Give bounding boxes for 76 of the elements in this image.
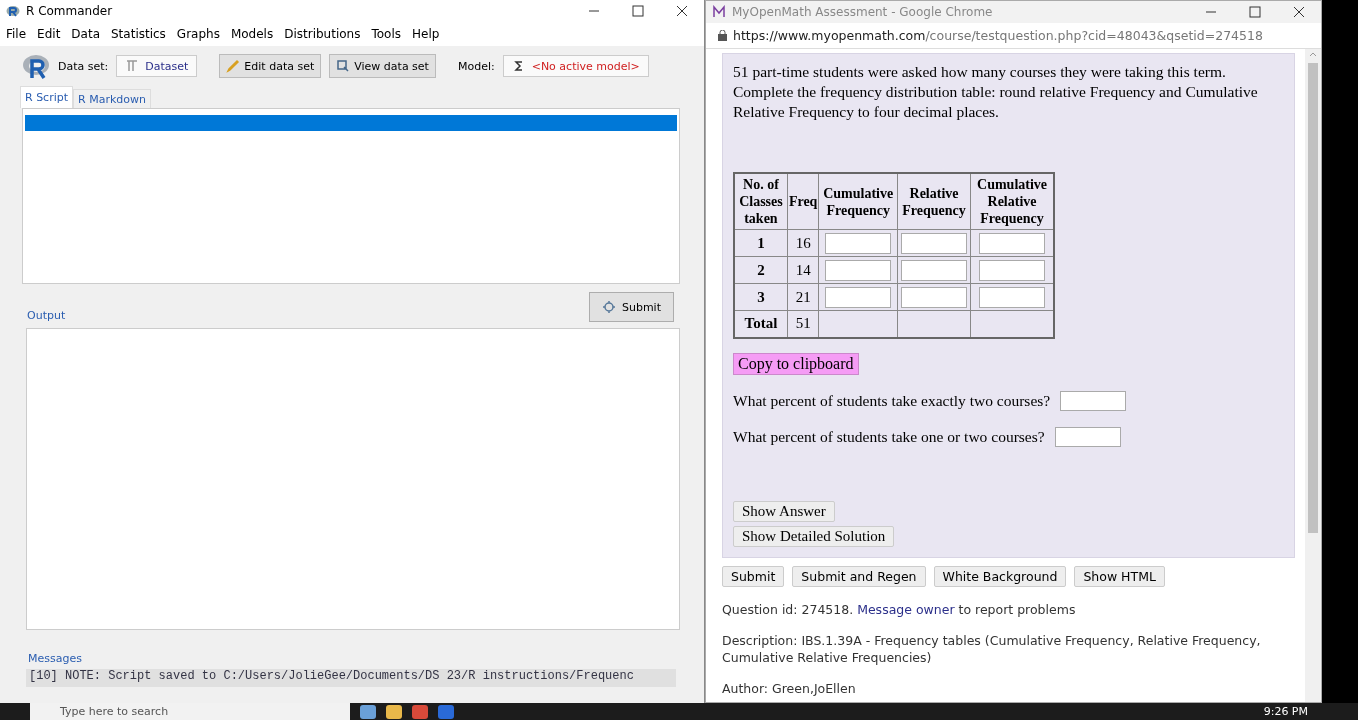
pencil-icon [226,59,241,73]
dataset-label: Data set: [58,59,109,73]
answer-field[interactable] [825,232,892,254]
dataset-button[interactable]: Dataset [116,55,198,77]
app-icon[interactable] [438,704,454,719]
app-icon[interactable] [360,704,376,719]
model-label: Model: [457,59,495,73]
menu-item[interactable]: Tools [367,27,409,41]
close-icon[interactable] [1293,6,1305,18]
answer-field[interactable] [1054,426,1121,447]
action-button[interactable]: Submit [722,565,785,587]
editor-tab[interactable]: R Script [20,86,74,108]
table-cell: 3 [734,283,788,311]
table-cell: 2 [734,256,788,284]
edit-dataset-button[interactable]: Edit data set [219,54,322,78]
answer-field[interactable] [979,286,1046,308]
menu-item[interactable]: Edit [33,27,68,41]
logo-icon [6,5,20,17]
editor-tab[interactable]: R Markdown [73,89,151,108]
site-logo-icon [712,5,726,19]
menu-item[interactable]: Graphs [172,27,227,41]
clock-text: 9:26 PM [1263,705,1308,718]
view-dataset-button[interactable]: View data set [329,54,436,78]
answer-field[interactable] [901,286,967,308]
show-button[interactable]: Show Detailed Solution [733,525,895,547]
answer-field[interactable] [825,286,892,308]
menu-item[interactable]: Statistics [107,27,173,41]
copy-to-clipboard-button[interactable]: Copy to clipboard [733,352,859,375]
table-cell: 1 [734,229,788,257]
table-cell: 21 [787,283,819,311]
output-label: Output [27,309,66,322]
submit-button[interactable]: Submit [588,292,674,322]
logo-icon [22,53,50,79]
action-button[interactable]: Submit and Regen [792,565,926,587]
answer-field[interactable] [979,232,1046,254]
table-cell: 16 [787,229,819,257]
author-text: Author: Green,JoEllen [722,679,857,697]
table-icon [125,59,140,73]
menu-item[interactable]: Models [226,27,281,41]
message-owner-link[interactable]: Message owner [857,601,955,617]
menu-item[interactable]: Data [67,27,107,41]
question-id-text: Question id: 274518. Message owner to report problems [722,600,1077,618]
window-title: R Commander [26,4,113,18]
description-text: Description: IBS.1.39A - Frequency tables (Cumulative Frequency, Relative Frequency, Cumulative Relative Frequencies) [722,631,1262,666]
question-prompt: What percent of students take one or two courses? [733,427,1045,446]
message-text: [10] NOTE: Script saved to C:/Users/JolieGee/Documents/DS 23/R instructions/Frequenc [26,669,676,687]
menu-item[interactable]: Distributions [280,27,368,41]
show-button[interactable]: Show Answer [733,500,835,522]
maximize-icon[interactable] [1249,6,1261,18]
action-button[interactable]: Show HTML [1074,565,1165,587]
menu-item[interactable]: Help [408,27,447,41]
scrollbar[interactable] [1305,49,1321,702]
window-title: MyOpenMath Assessment - Google Chrome [732,5,993,19]
script-editor[interactable] [22,108,680,284]
answer-field[interactable] [901,259,967,281]
column-header: No. of Classes taken [734,173,788,230]
maximize-icon[interactable] [632,5,644,17]
question-text: 51 part-time students were asked how many courses they were taking this term. Complete the frequency distribution table: round relative Frequency and Cumulative Relative Frequency to four decimal places. [733,62,1259,122]
search-field[interactable]: Type here to search [30,703,350,720]
action-button[interactable]: White Background [933,565,1067,587]
answer-field[interactable] [979,259,1046,281]
menu-item[interactable]: File [2,27,34,41]
column-header: Relative Frequency [897,173,971,230]
answer-field[interactable] [901,232,967,254]
question-prompt: What percent of students take exactly two courses? [733,391,1051,410]
answer-field[interactable] [825,259,892,281]
answer-field[interactable] [1060,390,1127,411]
lock-icon [718,30,727,41]
magnifier-icon [336,59,351,73]
table-cell: 14 [787,256,819,284]
model-button[interactable]: <No active model> [502,55,649,77]
column-header: Freq [787,173,819,230]
column-header: Cumulative Frequency [818,173,898,230]
address-bar[interactable]: https://www.myopenmath.com/course/testquestion.php?cid=48043&qsetid=274518 [733,28,1263,43]
messages-label: Messages [27,652,83,665]
close-icon[interactable] [676,5,688,17]
